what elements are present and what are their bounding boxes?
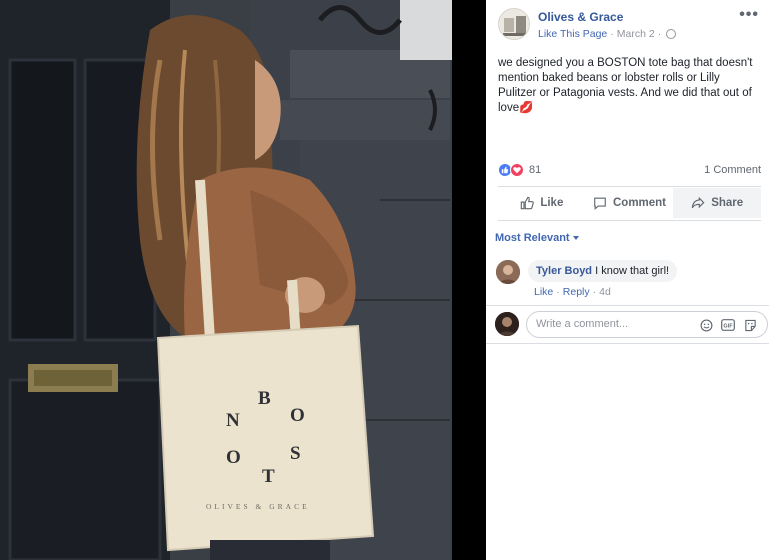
comment-label: Comment	[612, 197, 667, 209]
bag-letter-t: T	[262, 466, 275, 487]
comment-button[interactable]: Comment	[586, 188, 674, 218]
page-name-link[interactable]: Olives & Grace	[538, 10, 623, 24]
my-avatar-image	[495, 312, 519, 336]
caret-down-icon	[572, 236, 579, 240]
comment-age[interactable]: 4d	[599, 286, 611, 298]
comment-separator-2: ·	[592, 286, 597, 298]
sticker-icon[interactable]	[743, 318, 757, 332]
bag-letter-o2: O	[226, 447, 241, 468]
comment-separator: ·	[556, 286, 560, 298]
share-label: Share	[711, 197, 744, 209]
post-photo[interactable]: B N O O S T OLIVES & GRACE	[0, 0, 486, 560]
commenter-avatar-image	[496, 260, 520, 284]
like-icon	[521, 196, 535, 210]
gif-icon[interactable]: GIF	[721, 318, 735, 332]
divider-top	[498, 186, 761, 187]
emoji-icon[interactable]	[699, 318, 713, 332]
like-label: Like	[540, 197, 564, 209]
comment-icon	[594, 197, 606, 210]
share-icon	[691, 196, 705, 209]
bag-letter-s: S	[290, 443, 301, 464]
globe-icon	[666, 29, 677, 39]
svg-text:GIF: GIF	[723, 323, 733, 329]
commenter-avatar[interactable]	[496, 260, 520, 284]
meta-separator-2: ·	[657, 28, 662, 40]
bag-letter-n: N	[226, 410, 240, 431]
comment-actions: Like · Reply · 4d	[534, 286, 611, 298]
action-bar: Like Comment Share	[498, 188, 762, 218]
comment-like-link[interactable]: Like	[534, 286, 553, 298]
comment-input[interactable]	[536, 318, 686, 330]
like-button[interactable]: Like	[498, 188, 586, 218]
divider-end	[486, 343, 769, 344]
page-avatar-image	[499, 9, 529, 39]
comment-reply-link[interactable]: Reply	[563, 286, 590, 298]
meta-separator: ·	[610, 28, 614, 40]
more-options-icon[interactable]: •••	[739, 6, 759, 24]
comment-input-box[interactable]: GIF	[526, 311, 768, 338]
post-text: we designed you a BOSTON tote bag that d…	[498, 57, 753, 114]
comment-sort-dropdown[interactable]: Most Relevant	[495, 232, 579, 244]
post-panel: Olives & Grace Like This Page · March 2 …	[486, 0, 769, 560]
reaction-summary[interactable]: 81	[498, 163, 541, 177]
reaction-count: 81	[529, 164, 542, 176]
comment-text: I know that girl!	[595, 265, 670, 277]
share-button[interactable]: Share	[673, 188, 762, 218]
bag-letter-b: B	[258, 388, 271, 409]
divider-bottom	[498, 220, 761, 221]
comment-count-link[interactable]: 1 Comment	[704, 164, 761, 176]
comment-bubble: Tyler Boyd I know that girl!	[528, 260, 678, 282]
sort-label: Most Relevant	[495, 232, 570, 244]
bag-letter-o1: O	[290, 405, 305, 426]
my-avatar	[495, 312, 519, 336]
post-date[interactable]: March 2	[617, 28, 655, 40]
heart-icon	[513, 167, 521, 174]
page-avatar[interactable]	[498, 8, 530, 40]
love-reaction-icon	[510, 163, 524, 177]
bag-brand: OLIVES & GRACE	[206, 502, 310, 511]
comment-author-link[interactable]: Tyler Boyd	[536, 265, 592, 277]
like-page-link[interactable]: Like This Page	[538, 28, 607, 40]
post-meta: Like This Page · March 2 ·	[538, 28, 677, 40]
thumb-icon	[501, 166, 509, 174]
photo-illustration	[0, 0, 486, 560]
comment-composer: GIF	[486, 306, 769, 344]
